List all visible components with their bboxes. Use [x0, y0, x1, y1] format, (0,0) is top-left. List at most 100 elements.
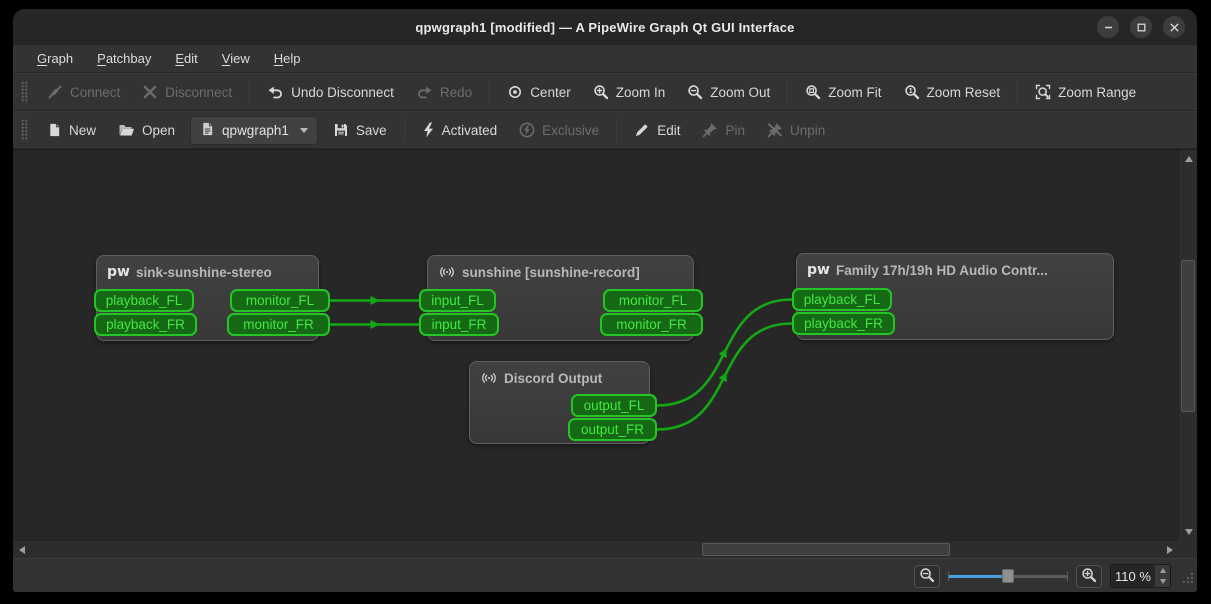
undo-disconnect-button[interactable]: Undo Disconnect — [256, 78, 405, 106]
node-header: pw Family 17h/19h HD Audio Contr... — [797, 254, 1113, 282]
zoom-fit-button[interactable]: Zoom Fit — [794, 78, 892, 106]
unpin-button[interactable]: Unpin — [756, 116, 836, 144]
port-output_FL[interactable]: output_FL — [571, 394, 657, 417]
port-input_FR[interactable]: input_FR — [419, 313, 499, 336]
scroll-down-button[interactable] — [1179, 523, 1197, 540]
zoom-in-icon — [1081, 567, 1097, 586]
port-playback_FL[interactable]: playback_FL — [792, 288, 892, 311]
button-label: Undo Disconnect — [291, 84, 394, 100]
size-grip[interactable] — [1181, 571, 1194, 589]
pipewire-logo-icon: pw — [807, 262, 830, 278]
zoom-range-button[interactable]: Zoom Range — [1024, 78, 1147, 106]
connect-button[interactable]: Connect — [36, 78, 131, 106]
menu-view[interactable]: View — [212, 48, 260, 69]
spin-down-button[interactable] — [1155, 576, 1170, 587]
spin-down-icon — [1159, 579, 1166, 584]
button-label: Zoom Range — [1058, 84, 1137, 100]
zoom-fit-icon — [805, 84, 821, 100]
menubar: Graph Patchbay Edit View Help — [13, 45, 1197, 73]
zoom-out-button[interactable]: Zoom Out — [676, 78, 781, 106]
window-controls — [1097, 9, 1185, 45]
button-label: New — [69, 122, 97, 138]
button-label: Zoom Reset — [926, 84, 1001, 100]
button-label: Activated — [441, 122, 498, 138]
toolbar-separator — [787, 80, 789, 104]
activated-button[interactable]: Activated — [411, 116, 509, 144]
button-label: Connect — [70, 84, 121, 100]
app-window: qpwgraph1 [modified] — A PipeWire Graph … — [13, 9, 1197, 592]
toolbar-drag-handle[interactable] — [21, 119, 28, 141]
patchbay-select[interactable]: qpwgraph1 — [190, 115, 318, 145]
toolbar-drag-handle[interactable] — [21, 81, 28, 103]
scroll-right-button[interactable] — [1161, 541, 1178, 559]
titlebar[interactable]: qpwgraph1 [modified] — A PipeWire Graph … — [13, 9, 1197, 45]
close-button[interactable] — [1163, 16, 1185, 38]
undo-icon — [267, 84, 284, 100]
broadcast-icon — [438, 264, 456, 280]
button-label: Center — [530, 84, 571, 100]
zoom-reset-button[interactable]: 1 Zoom Reset — [893, 78, 1012, 106]
connections-layer — [330, 296, 793, 431]
port-monitor_FL[interactable]: monitor_FL — [230, 289, 330, 312]
zoom-out-button[interactable] — [914, 564, 940, 588]
button-label: Zoom Fit — [828, 84, 882, 100]
zoom-slider[interactable] — [948, 566, 1068, 586]
button-label: Redo — [439, 84, 473, 100]
toolbar-separator — [616, 118, 618, 142]
center-button[interactable]: Center — [496, 78, 582, 106]
port-playback_FR[interactable]: playback_FR — [792, 312, 895, 335]
vertical-scrollbar[interactable] — [1178, 150, 1197, 540]
zoom-in-button[interactable]: Zoom In — [582, 78, 677, 106]
vertical-scrollbar-thumb[interactable] — [1181, 260, 1195, 412]
port-playback_FR[interactable]: playback_FR — [94, 313, 197, 336]
minimize-button[interactable] — [1097, 16, 1119, 38]
screen: qpwgraph1 [modified] — A PipeWire Graph … — [0, 0, 1211, 604]
port-monitor_FL[interactable]: monitor_FL — [603, 289, 703, 312]
graph-canvas[interactable]: pw sink-sunshine-stereo sunshine [sunshine… — [13, 150, 1178, 540]
svg-text:1: 1 — [908, 86, 912, 95]
menu-graph[interactable]: Graph — [27, 48, 83, 69]
maximize-button[interactable] — [1130, 16, 1152, 38]
menu-patchbay[interactable]: Patchbay — [87, 48, 161, 69]
edit-button[interactable]: Edit — [623, 116, 691, 144]
toolbar-patchbay: New Open qpwgraph1 Save Activated Exclusive Ed… — [13, 111, 1197, 149]
spin-up-button[interactable] — [1155, 565, 1170, 576]
open-button[interactable]: Open — [107, 116, 186, 144]
pin-button[interactable]: Pin — [691, 116, 756, 144]
disconnect-button[interactable]: Disconnect — [131, 78, 243, 106]
redo-button[interactable]: Redo — [405, 78, 483, 106]
menu-help[interactable]: Help — [264, 48, 311, 69]
menu-edit[interactable]: Edit — [165, 48, 207, 69]
zoom-in-icon — [593, 84, 609, 100]
zoom-out-icon — [919, 567, 935, 586]
unpin-icon — [767, 122, 783, 138]
new-button[interactable]: New — [36, 116, 107, 144]
zoom-in-button[interactable] — [1076, 564, 1102, 588]
port-output_FR[interactable]: output_FR — [568, 418, 657, 441]
scroll-left-button[interactable] — [13, 541, 30, 559]
pin-icon — [702, 122, 718, 138]
horizontal-scrollbar[interactable] — [13, 540, 1178, 559]
exclusive-bolt-icon — [519, 122, 535, 138]
exclusive-button[interactable]: Exclusive — [508, 116, 610, 144]
chevron-down-icon — [299, 127, 308, 133]
save-button[interactable]: Save — [322, 116, 398, 144]
arrow-up-icon — [1184, 155, 1193, 162]
zoom-out-icon — [687, 84, 703, 100]
horizontal-scrollbar-thumb[interactable] — [702, 543, 950, 556]
zoom-percent-input[interactable] — [1111, 568, 1155, 584]
port-input_FL[interactable]: input_FL — [419, 289, 496, 312]
port-monitor_FR[interactable]: monitor_FR — [227, 313, 330, 336]
connect-icon — [47, 84, 63, 100]
port-playback_FL[interactable]: playback_FL — [94, 289, 194, 312]
patchbay-file-icon — [200, 121, 215, 140]
zoom-slider-handle[interactable] — [1002, 569, 1014, 583]
zoom-reset-icon: 1 — [904, 84, 920, 100]
arrow-left-icon — [18, 546, 25, 554]
scroll-up-button[interactable] — [1179, 150, 1197, 167]
close-icon — [1169, 22, 1180, 33]
port-monitor_FR[interactable]: monitor_FR — [600, 313, 703, 336]
new-file-icon — [47, 122, 62, 138]
zoom-controls — [914, 559, 1171, 592]
node-header: Discord Output — [470, 362, 649, 390]
